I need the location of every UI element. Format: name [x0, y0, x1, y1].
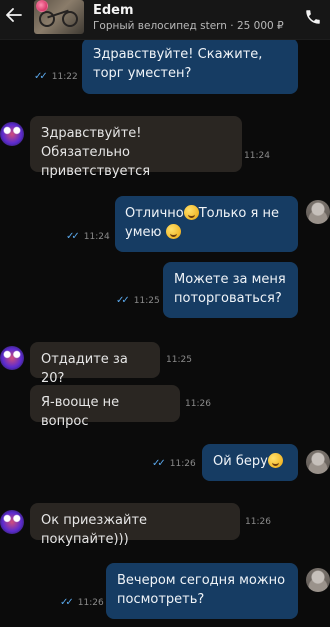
phone-icon[interactable] [302, 6, 324, 28]
bike-wheel-shape [62, 11, 78, 27]
listing-info[interactable]: Горный велосипед stern · 25 000 ₽ [93, 20, 284, 32]
message-text: Здравствуйте! Обязательно приветствуется [41, 126, 151, 179]
user-avatar[interactable] [306, 450, 330, 474]
message-text: Ой беру [213, 454, 268, 469]
user-avatar[interactable] [306, 200, 330, 224]
message-time: 11:26 [245, 517, 271, 527]
message-time: 11:22 [51, 71, 78, 82]
contact-avatar[interactable] [0, 346, 24, 370]
double-check-icon: ✓✓ [66, 231, 80, 242]
message-bubble-incoming[interactable]: Ок приезжайте покупайте))) [30, 503, 240, 547]
message-meta: ✓✓ 11:26 [60, 597, 104, 608]
grinning-emoji-icon [165, 224, 181, 239]
message-meta: ✓✓ 11:25 [116, 295, 160, 306]
message-meta: 11:26 [185, 399, 211, 409]
listing-title: Горный велосипед stern [93, 20, 227, 32]
message-bubble-incoming[interactable]: Отдадите за 20? [30, 342, 160, 386]
listing-separator: · [230, 20, 234, 32]
double-check-icon: ✓✓ [116, 295, 130, 306]
message-meta: ✓✓ 11:22 [34, 71, 78, 82]
message-text: Здравствуйте! Скажите, торг уместен? [93, 47, 263, 81]
contact-avatar[interactable] [0, 122, 24, 146]
arrow-left-icon[interactable] [3, 4, 25, 26]
listing-thumbnail[interactable] [34, 0, 84, 34]
double-check-icon: ✓✓ [34, 71, 48, 82]
message-time: 11:26 [169, 458, 196, 469]
message-list[interactable]: ✓✓ 11:22 Здравствуйте! Скажите, торг уме… [0, 38, 330, 627]
message-time: 11:25 [133, 295, 160, 306]
message-text: Ок приезжайте покупайте))) [41, 513, 148, 547]
double-check-icon: ✓✓ [60, 597, 74, 608]
message-meta: 11:26 [245, 517, 271, 527]
message-text: Отлично [125, 206, 184, 221]
contact-avatar[interactable] [0, 510, 24, 534]
seller-avatar-badge [36, 0, 48, 12]
message-bubble-outgoing[interactable]: Можете за меня поторговаться? [163, 262, 298, 318]
chat-header: Edem Горный велосипед stern · 25 000 ₽ [0, 0, 330, 40]
message-bubble-outgoing[interactable]: Здравствуйте! Скажите, торг уместен? [82, 38, 298, 94]
double-check-icon: ✓✓ [152, 458, 166, 469]
message-meta: ✓✓ 11:26 [152, 458, 196, 469]
message-bubble-outgoing[interactable]: Ой беру [202, 444, 298, 481]
user-avatar[interactable] [306, 568, 330, 592]
message-time: 11:25 [166, 355, 192, 365]
message-time: 11:26 [77, 597, 104, 608]
message-meta: 11:25 [166, 355, 192, 365]
phone-icon-svg [306, 10, 320, 24]
message-meta: ✓✓ 11:24 [66, 231, 110, 242]
message-text: Вечером сегодня можно посмотреть? [117, 573, 286, 607]
message-time: 11:24 [244, 151, 270, 161]
message-bubble-incoming[interactable]: Я-вооще не вопрос [30, 385, 180, 429]
message-bubble-incoming[interactable]: Здравствуйте! Обязательно приветствуется [30, 116, 242, 179]
laughing-emoji-icon [267, 453, 283, 468]
listing-price: 25 000 ₽ [236, 20, 284, 32]
message-bubble-outgoing[interactable]: Отлично Только я не умею [115, 196, 298, 252]
message-text: Отдадите за 20? [41, 352, 128, 386]
seller-name[interactable]: Edem [93, 3, 134, 18]
message-bubble-outgoing[interactable]: Вечером сегодня можно посмотреть? [106, 563, 298, 619]
message-time: 11:24 [83, 231, 110, 242]
grinning-emoji-icon [183, 205, 199, 220]
arrow-left-icon-svg [6, 8, 22, 22]
message-meta: 11:24 [244, 151, 270, 161]
message-text: Можете за меня поторговаться? [174, 272, 286, 306]
message-text: Я-вооще не вопрос [41, 395, 120, 429]
message-time: 11:26 [185, 399, 211, 409]
